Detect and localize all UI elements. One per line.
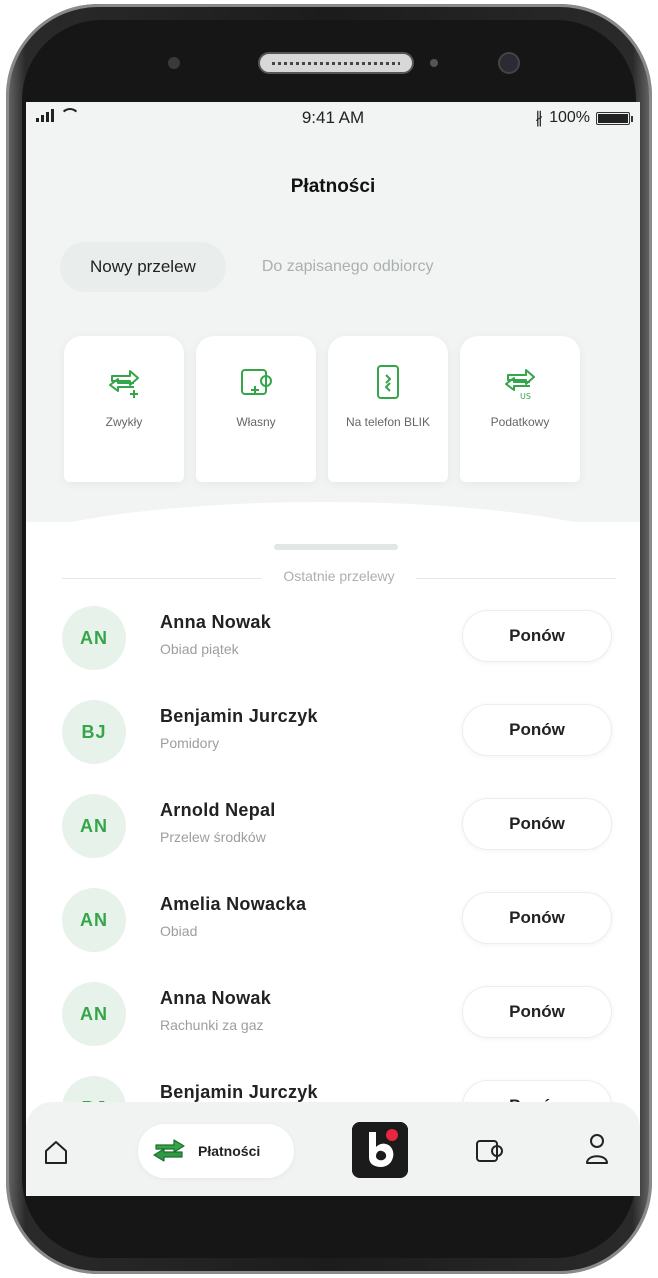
bluetooth-icon: ∦: [535, 110, 544, 127]
svg-text:US: US: [520, 392, 531, 401]
repeat-button[interactable]: Ponów: [462, 986, 612, 1038]
repeat-button[interactable]: Ponów: [462, 892, 612, 944]
transfer-title: Obiad: [160, 923, 198, 939]
repeat-button[interactable]: Ponów: [462, 798, 612, 850]
recipient-name: Amelia Nowacka: [160, 894, 307, 914]
list-item[interactable]: BJ Benjamin Jurczyk Pomidory Ponów: [26, 694, 640, 788]
bottom-navigation: Płatności: [26, 1102, 640, 1196]
phone-blik-icon: [368, 362, 408, 402]
tile-tax-transfer[interactable]: US Podatkowy: [460, 336, 580, 482]
list-item[interactable]: AN Anna Nowak Obiad piątek Ponów: [26, 600, 640, 694]
page-title: Płatności: [290, 176, 376, 197]
proximity-sensor: [168, 57, 180, 69]
tab-new-transfer[interactable]: Nowy przelew: [60, 242, 226, 292]
tile-label: Na telefon BLIK: [345, 415, 431, 429]
transfer-title: Rachunki za gaz: [160, 1017, 264, 1033]
app-screen: 9:41 AM ∦ 100% Płatności Nowy przelew Do…: [26, 102, 640, 1196]
tile-blik-phone-transfer[interactable]: Na telefon BLIK: [328, 336, 448, 482]
front-camera: [500, 54, 518, 72]
avatar: BJ: [62, 700, 126, 764]
sheet-drag-handle[interactable]: [274, 544, 398, 550]
recipient-name: Anna Nowak: [160, 988, 272, 1008]
home-icon[interactable]: [42, 1138, 70, 1171]
recipient-name: Arnold Nepal: [160, 800, 276, 820]
transfer-tabs: Nowy przelew Do zapisanego odbiorcy: [60, 242, 433, 292]
wallet-icon[interactable]: [474, 1136, 504, 1171]
avatar: AN: [62, 888, 126, 952]
blik-logo-button[interactable]: [352, 1122, 408, 1178]
tile-label: Podatkowy: [490, 415, 550, 429]
recent-transfers-label: Ostatnie przelewy: [261, 568, 417, 584]
recipient-name: Anna Nowak: [160, 612, 272, 632]
profile-icon[interactable]: [584, 1132, 610, 1171]
tile-own-transfer[interactable]: Własny: [196, 336, 316, 482]
nav-payments[interactable]: Płatności: [138, 1124, 294, 1178]
recipient-name: Benjamin Jurczyk: [160, 1082, 318, 1102]
nav-payments-label: Płatności: [198, 1143, 261, 1159]
transfer-type-tiles: Zwykły Własny Na telefon BLIK US Podatko…: [64, 336, 580, 482]
earpiece-speaker: [258, 52, 414, 74]
header-area: 9:41 AM ∦ 100% Płatności Nowy przelew Do…: [26, 102, 640, 562]
arrows-us-icon: US: [500, 362, 540, 402]
avatar: AN: [62, 982, 126, 1046]
status-bar: 9:41 AM ∦ 100%: [26, 102, 640, 134]
wallet-plus-icon: [236, 362, 276, 402]
tile-label: Zwykły: [105, 415, 143, 429]
recent-transfers-list: AN Anna Nowak Obiad piątek Ponów BJ Benj…: [26, 600, 640, 1164]
repeat-button[interactable]: Ponów: [462, 610, 612, 662]
light-sensor: [430, 59, 438, 67]
recent-transfers-divider: Ostatnie przelewy: [62, 568, 616, 588]
arrows-plus-icon: [104, 362, 144, 402]
list-item[interactable]: AN Arnold Nepal Przelew środków Ponów: [26, 788, 640, 882]
transfer-title: Przelew środków: [160, 829, 266, 845]
battery-icon: [596, 111, 633, 125]
repeat-button[interactable]: Ponów: [462, 704, 612, 756]
transfer-title: Pomidory: [160, 735, 220, 751]
recipient-name: Benjamin Jurczyk: [160, 706, 318, 726]
avatar: AN: [62, 606, 126, 670]
tile-regular-transfer[interactable]: Zwykły: [64, 336, 184, 482]
transfer-arrows-icon: [150, 1136, 190, 1167]
battery-percent: 100%: [549, 109, 590, 126]
list-item[interactable]: AN Anna Nowak Rachunki za gaz Ponów: [26, 976, 640, 1070]
avatar: AN: [62, 794, 126, 858]
tile-label: Własny: [236, 415, 276, 429]
list-item[interactable]: AN Amelia Nowacka Obiad Ponów: [26, 882, 640, 976]
transfer-title: Obiad piątek: [160, 641, 239, 657]
tab-saved-recipient[interactable]: Do zapisanego odbiorcy: [262, 258, 434, 276]
